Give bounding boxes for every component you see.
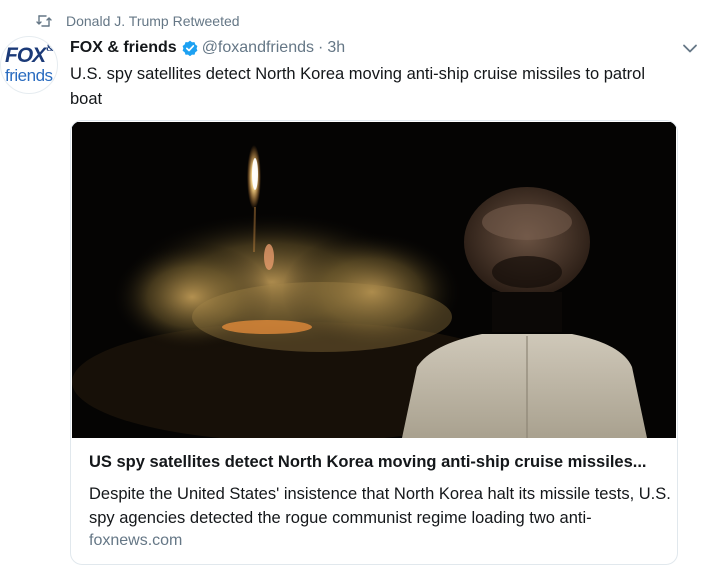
retweet-icon bbox=[36, 14, 52, 28]
retweet-context[interactable]: Donald J. Trump Retweeted bbox=[36, 12, 240, 30]
friends-logo-text: friends bbox=[5, 66, 53, 85]
link-card[interactable]: US spy satellites detect North Korea mov… bbox=[70, 120, 678, 565]
timestamp[interactable]: 3h bbox=[327, 39, 345, 57]
tweet[interactable]: Donald J. Trump Retweeted FOX & friends … bbox=[0, 0, 711, 580]
card-domain: foxnews.com bbox=[89, 532, 183, 549]
card-title[interactable]: US spy satellites detect North Korea mov… bbox=[89, 451, 669, 473]
separator-dot: · bbox=[318, 39, 324, 56]
verified-badge-icon bbox=[182, 40, 198, 56]
chevron-down-icon[interactable] bbox=[682, 42, 698, 56]
retweet-context-label[interactable]: Donald J. Trump Retweeted bbox=[66, 13, 240, 29]
card-image[interactable] bbox=[72, 122, 676, 438]
avatar[interactable]: FOX & friends bbox=[0, 36, 58, 94]
fox-logo-text: FOX bbox=[5, 44, 46, 67]
user-handle[interactable]: @foxandfriends bbox=[202, 39, 314, 57]
fox-logo-ampersand: & bbox=[46, 43, 55, 54]
tweet-text: U.S. spy satellites detect North Korea m… bbox=[70, 65, 645, 108]
tweet-header: FOX & friends @foxandfriends · 3h bbox=[70, 37, 345, 59]
card-description: Despite the United States' insistence th… bbox=[89, 485, 671, 527]
display-name[interactable]: FOX & friends bbox=[70, 39, 177, 57]
